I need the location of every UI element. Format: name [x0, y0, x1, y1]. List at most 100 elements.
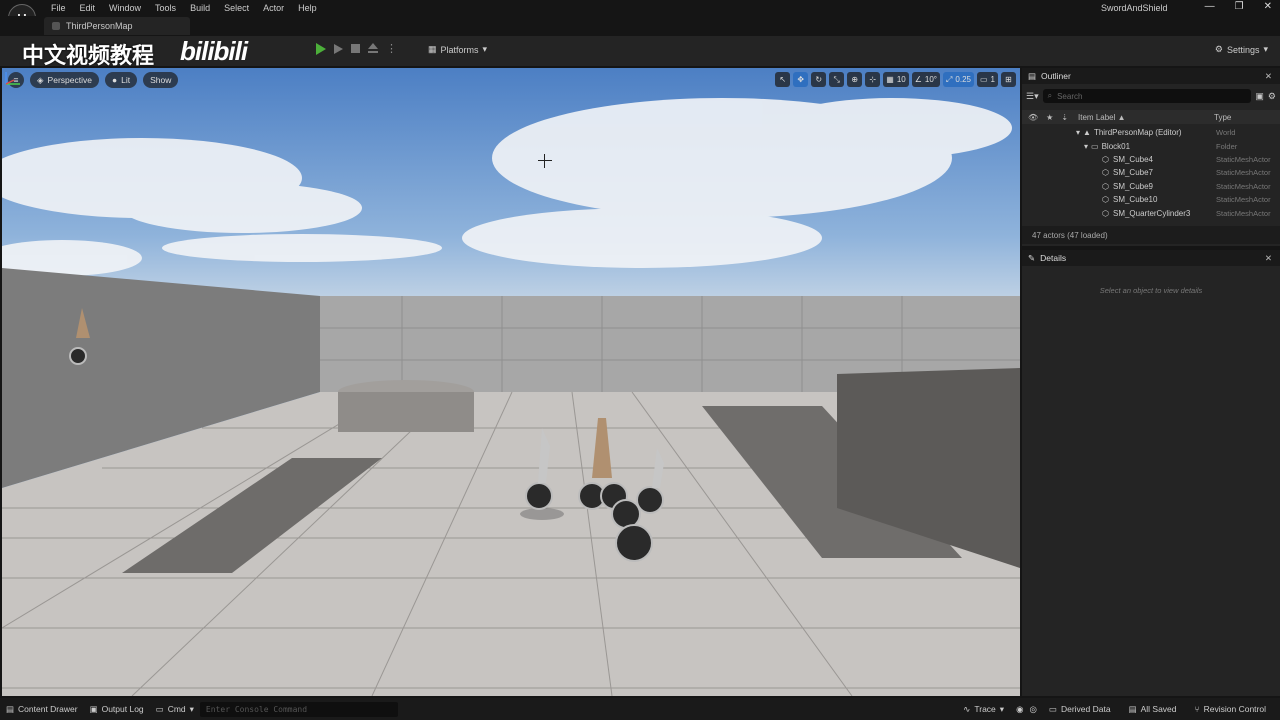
eject-icon[interactable] — [368, 42, 378, 53]
details-panel: ✎ Details ✕ Select an object to view det… — [1022, 250, 1280, 696]
translate-tool-icon[interactable]: ✥ — [793, 72, 809, 87]
list-item[interactable]: ⬡ SM_QuarterCylinder3 StaticMeshActor — [1022, 206, 1280, 219]
world-icon: ▲ — [1083, 128, 1091, 138]
play-options-icon[interactable]: ⋮ — [386, 42, 397, 55]
select-tool-icon[interactable]: ↖ — [775, 72, 791, 87]
rotation-snap-button[interactable]: ∠ 10° — [911, 72, 940, 87]
level-viewport[interactable]: ≡ ◈ Perspective ● Lit Show ↖ ✥ ↻ ⤡ ⊕ ⊹ ▦… — [2, 68, 1020, 696]
bell-icon[interactable]: ◎ — [1030, 704, 1037, 715]
rotate-tool-icon[interactable]: ↻ — [811, 72, 827, 87]
status-bar-right: ∿ Trace ▾ ◉ ◎ ▭ Derived Data ▤ All Saved… — [957, 704, 1272, 715]
menu-tools[interactable]: Tools — [148, 2, 183, 14]
menu-actor[interactable]: Actor — [256, 2, 291, 14]
list-item[interactable]: ⬡ SM_Cube9 StaticMeshActor — [1022, 180, 1280, 193]
settings-label: Settings — [1226, 44, 1260, 55]
rotation-snap-value: 10° — [924, 75, 937, 84]
step-icon[interactable] — [334, 43, 343, 54]
menu-select[interactable]: Select — [217, 2, 256, 14]
item-label: SM_Cube10 — [1112, 195, 1158, 205]
favorite-icon[interactable]: ★ — [1046, 113, 1053, 122]
search-placeholder: Search — [1057, 91, 1083, 101]
menu-build[interactable]: Build — [183, 2, 217, 14]
column-type[interactable]: Type — [1214, 113, 1231, 122]
record-icon[interactable]: ◉ — [1016, 704, 1023, 715]
grid-snap-button[interactable]: ▦ 10 — [883, 72, 909, 87]
outliner-settings-icon[interactable]: ⚙ — [1268, 91, 1276, 102]
platforms-button[interactable]: ▦ Platforms ▾ — [428, 44, 487, 55]
menu-help[interactable]: Help — [291, 2, 324, 14]
list-item[interactable]: ▾ ▭ Block01 Folder — [1022, 139, 1280, 152]
tab-map[interactable]: ThirdPersonMap — [44, 17, 190, 35]
perspective-button[interactable]: ◈ Perspective — [30, 72, 99, 88]
trace-icon: ∿ — [963, 703, 971, 714]
expand-arrow-icon: ▾ — [1076, 128, 1081, 138]
trace-button[interactable]: ∿ Trace ▾ — [957, 704, 1010, 715]
viewport-overlay-left: ≡ ◈ Perspective ● Lit Show — [8, 72, 179, 88]
list-item[interactable]: ⬡ SM_Cube4 StaticMeshActor — [1022, 153, 1280, 166]
search-icon: ⌕ — [1047, 91, 1053, 100]
item-label: SM_Cube4 — [1112, 154, 1154, 164]
camera-speed-icon: ▭ — [979, 75, 988, 84]
play-controls: ⋮ — [316, 42, 397, 55]
column-item-label[interactable]: Item Label ▲ — [1078, 113, 1126, 122]
close-icon[interactable]: ✕ — [1265, 253, 1272, 264]
chevron-down-icon: ▾ — [999, 703, 1005, 714]
cylinder-side — [338, 392, 474, 432]
angle-icon: ∠ — [914, 75, 922, 84]
menu-file[interactable]: File — [44, 2, 73, 14]
sun-icon: ● — [111, 75, 118, 85]
all-saved-button[interactable]: ▤ All Saved — [1123, 704, 1183, 715]
outliner-title: Outliner — [1041, 71, 1071, 81]
item-type: StaticMeshActor — [1216, 195, 1271, 205]
camera-icon: ◈ — [37, 74, 44, 85]
item-type: StaticMeshActor — [1216, 181, 1271, 191]
pin-icon[interactable]: ⇣ — [1061, 113, 1068, 122]
add-folder-icon[interactable]: ▣ — [1255, 91, 1264, 102]
visibility-icon[interactable]: 👁 — [1028, 113, 1038, 122]
lit-button[interactable]: ● Lit — [104, 72, 138, 88]
revision-control-button[interactable]: ⑂ Revision Control — [1189, 704, 1272, 714]
scale-snap-button[interactable]: ⤢ 0.25 — [943, 72, 974, 87]
mesh-icon: ⬡ — [1102, 154, 1109, 164]
grid-icon: ▦ — [886, 75, 894, 84]
show-button[interactable]: Show — [143, 72, 179, 88]
play-icon[interactable] — [316, 42, 326, 55]
settings-button[interactable]: ⚙ Settings ▾ — [1215, 44, 1268, 55]
details-tab[interactable]: ✎ Details ✕ — [1022, 250, 1280, 266]
cmd-dropdown[interactable]: ▭ Cmd ▾ — [150, 704, 200, 715]
menu-edit[interactable]: Edit — [73, 2, 103, 14]
camera-speed-button[interactable]: ▭ 1 — [976, 72, 998, 87]
stop-icon[interactable] — [351, 44, 360, 53]
console-command-input[interactable]: Enter Console Command — [199, 701, 398, 717]
menu-window[interactable]: Window — [102, 2, 148, 14]
chevron-down-icon: ▾ — [189, 703, 194, 714]
close-icon[interactable]: ✕ — [1265, 71, 1272, 82]
filter-icon[interactable]: ☰▾ — [1026, 91, 1039, 102]
output-log-button[interactable]: ▣ Output Log — [84, 704, 150, 715]
output-log-icon: ▣ — [89, 703, 98, 714]
all-saved-label: All Saved — [1140, 704, 1177, 714]
axis-gizmo-icon — [5, 72, 20, 85]
map-tab-label: ThirdPersonMap — [66, 21, 133, 31]
show-label: Show — [150, 75, 172, 85]
list-item[interactable]: ⬡ SM_Cube7 StaticMeshActor — [1022, 166, 1280, 179]
outliner-search-input[interactable]: ⌕ Search — [1042, 89, 1252, 103]
status-bar: ▤ Content Drawer ▣ Output Log ▭ Cmd ▾ En… — [0, 698, 1280, 720]
expand-arrow-icon: ▾ — [1084, 141, 1089, 151]
outliner-tab[interactable]: ▤ Outliner ✕ — [1022, 68, 1280, 84]
item-label: Block01 — [1101, 141, 1131, 151]
derived-data-label: Derived Data — [1060, 704, 1111, 714]
surface-snap-icon[interactable]: ⊹ — [865, 72, 881, 87]
maximize-icon[interactable]: ❐ — [1235, 1, 1244, 12]
scale-tool-icon[interactable]: ⤡ — [829, 72, 845, 87]
mesh-icon: ⬡ — [1102, 168, 1109, 178]
derived-data-button[interactable]: ▭ Derived Data — [1043, 704, 1117, 715]
list-item[interactable]: ⬡ SM_Cube10 StaticMeshActor — [1022, 193, 1280, 206]
minimize-icon[interactable]: — — [1205, 1, 1215, 12]
list-item[interactable]: ▾ ▲ ThirdPersonMap (Editor) World — [1022, 126, 1280, 139]
viewport-layout-icon[interactable]: ⊞ — [1001, 72, 1016, 87]
close-window-icon[interactable]: ✕ — [1264, 1, 1272, 12]
content-drawer-button[interactable]: ▤ Content Drawer — [0, 704, 84, 715]
save-icon: ▤ — [1128, 703, 1137, 714]
world-local-icon[interactable]: ⊕ — [847, 72, 863, 87]
